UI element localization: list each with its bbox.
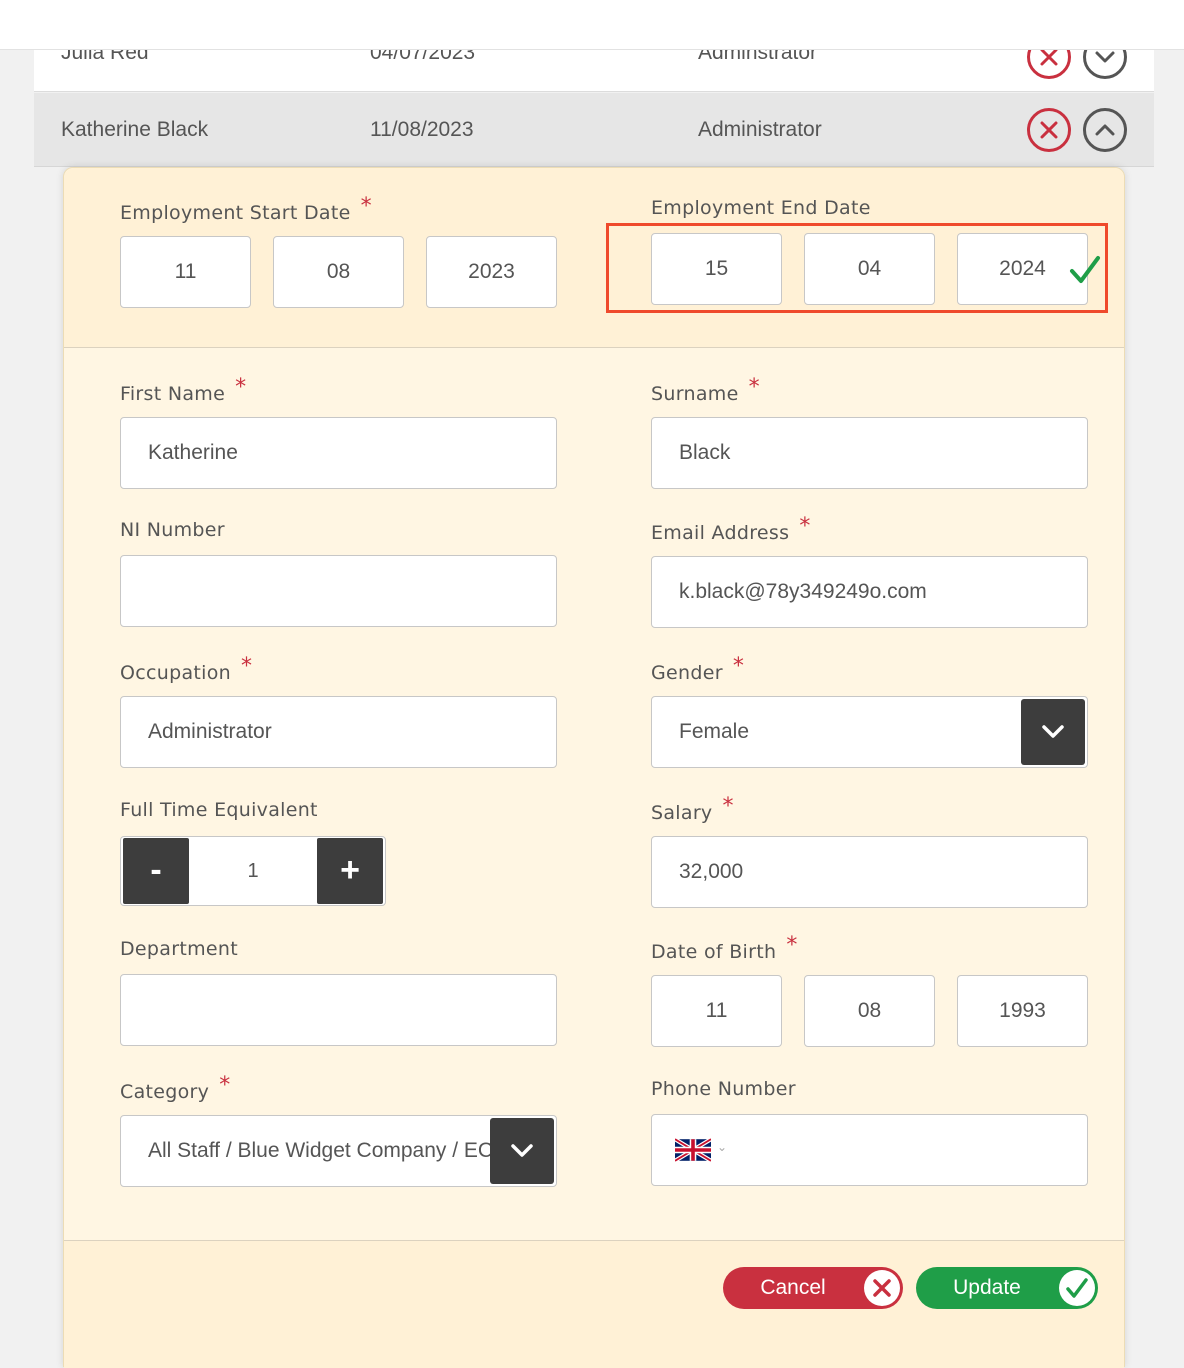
first-name-label: First Name * [120, 375, 247, 405]
chevron-down-icon: ⌄ [717, 1140, 728, 1154]
occupation-label: Occupation * [120, 654, 253, 684]
start-date-label: Employment Start Date * [120, 194, 372, 224]
gender-value: Female [679, 720, 750, 743]
update-label: Update [953, 1276, 1021, 1299]
fte-value[interactable]: 1 [189, 837, 317, 905]
first-name-field[interactable]: Katherine [120, 417, 557, 489]
start-date-month[interactable]: 08 [273, 236, 404, 308]
cancel-button[interactable]: Cancel [723, 1267, 903, 1309]
chevron-down-icon[interactable] [1021, 699, 1085, 765]
check-icon [1059, 1270, 1095, 1306]
surname-field[interactable]: Black [651, 417, 1088, 489]
uk-flag-icon [675, 1138, 711, 1162]
country-selector[interactable]: ⌄ [651, 1114, 751, 1186]
dob-month[interactable]: 08 [804, 975, 935, 1047]
start-date-year[interactable]: 2023 [426, 236, 557, 308]
gender-select[interactable]: Female [651, 696, 1088, 768]
required-marker: * [732, 654, 745, 679]
ni-number-field[interactable] [120, 555, 557, 627]
required-marker: * [235, 375, 247, 400]
dob-year[interactable]: 1993 [957, 975, 1088, 1047]
required-marker: * [786, 933, 798, 958]
dob-label: Date of Birth * [651, 933, 798, 963]
dob-day[interactable]: 11 [651, 975, 782, 1047]
fte-label: Full Time Equivalent [120, 799, 318, 821]
salary-field[interactable]: 32,000 [651, 836, 1088, 908]
increment-button[interactable]: + [317, 838, 383, 904]
staff-list: Julia Red 04/07/2023 Adminstrator Kather… [34, 0, 1154, 1368]
category-select[interactable]: All Staff / Blue Widget Company / EC [120, 1115, 557, 1187]
table-row-expanded[interactable]: Katherine Black 11/08/2023 Administrator [34, 93, 1154, 167]
decrement-button[interactable]: - [123, 838, 189, 904]
end-date-label: Employment End Date [651, 197, 871, 219]
occupation-field[interactable]: Administrator [120, 696, 557, 768]
check-icon [1070, 256, 1100, 283]
required-marker: * [722, 794, 734, 819]
chevron-up-icon[interactable] [1083, 108, 1127, 152]
close-icon [864, 1270, 900, 1306]
edit-staff-panel: Employment Start Date * 11 08 2023 Employ… [63, 167, 1125, 1368]
email-field[interactable]: k.black@78y349249o.com [651, 556, 1088, 628]
surname-label: Surname * [651, 375, 760, 405]
cancel-label: Cancel [760, 1276, 826, 1299]
fte-stepper: - 1 + [120, 836, 386, 906]
row-role: Administrator [698, 118, 822, 141]
row-name: Katherine Black [61, 118, 209, 141]
required-marker: * [219, 1073, 231, 1098]
department-label: Department [120, 938, 238, 960]
salary-label: Salary * [651, 794, 734, 824]
email-label: Email Address * [651, 514, 811, 544]
update-button[interactable]: Update [916, 1267, 1098, 1309]
required-marker: * [360, 194, 372, 219]
phone-label: Phone Number [651, 1078, 796, 1100]
category-label: Category * [120, 1073, 231, 1103]
department-field[interactable] [120, 974, 557, 1046]
required-marker: * [241, 654, 253, 679]
delete-icon[interactable] [1027, 108, 1071, 152]
row-date: 11/08/2023 [370, 118, 474, 141]
chevron-down-icon[interactable] [490, 1118, 554, 1184]
start-date-day[interactable]: 11 [120, 236, 251, 308]
top-bar [0, 0, 1184, 50]
ni-number-label: NI Number [120, 519, 225, 541]
required-marker: * [799, 514, 811, 539]
end-date-highlight [606, 223, 1108, 313]
gender-label: Gender * [651, 654, 745, 684]
category-value: All Staff / Blue Widget Company / EC [148, 1139, 494, 1162]
required-marker: * [748, 375, 760, 400]
